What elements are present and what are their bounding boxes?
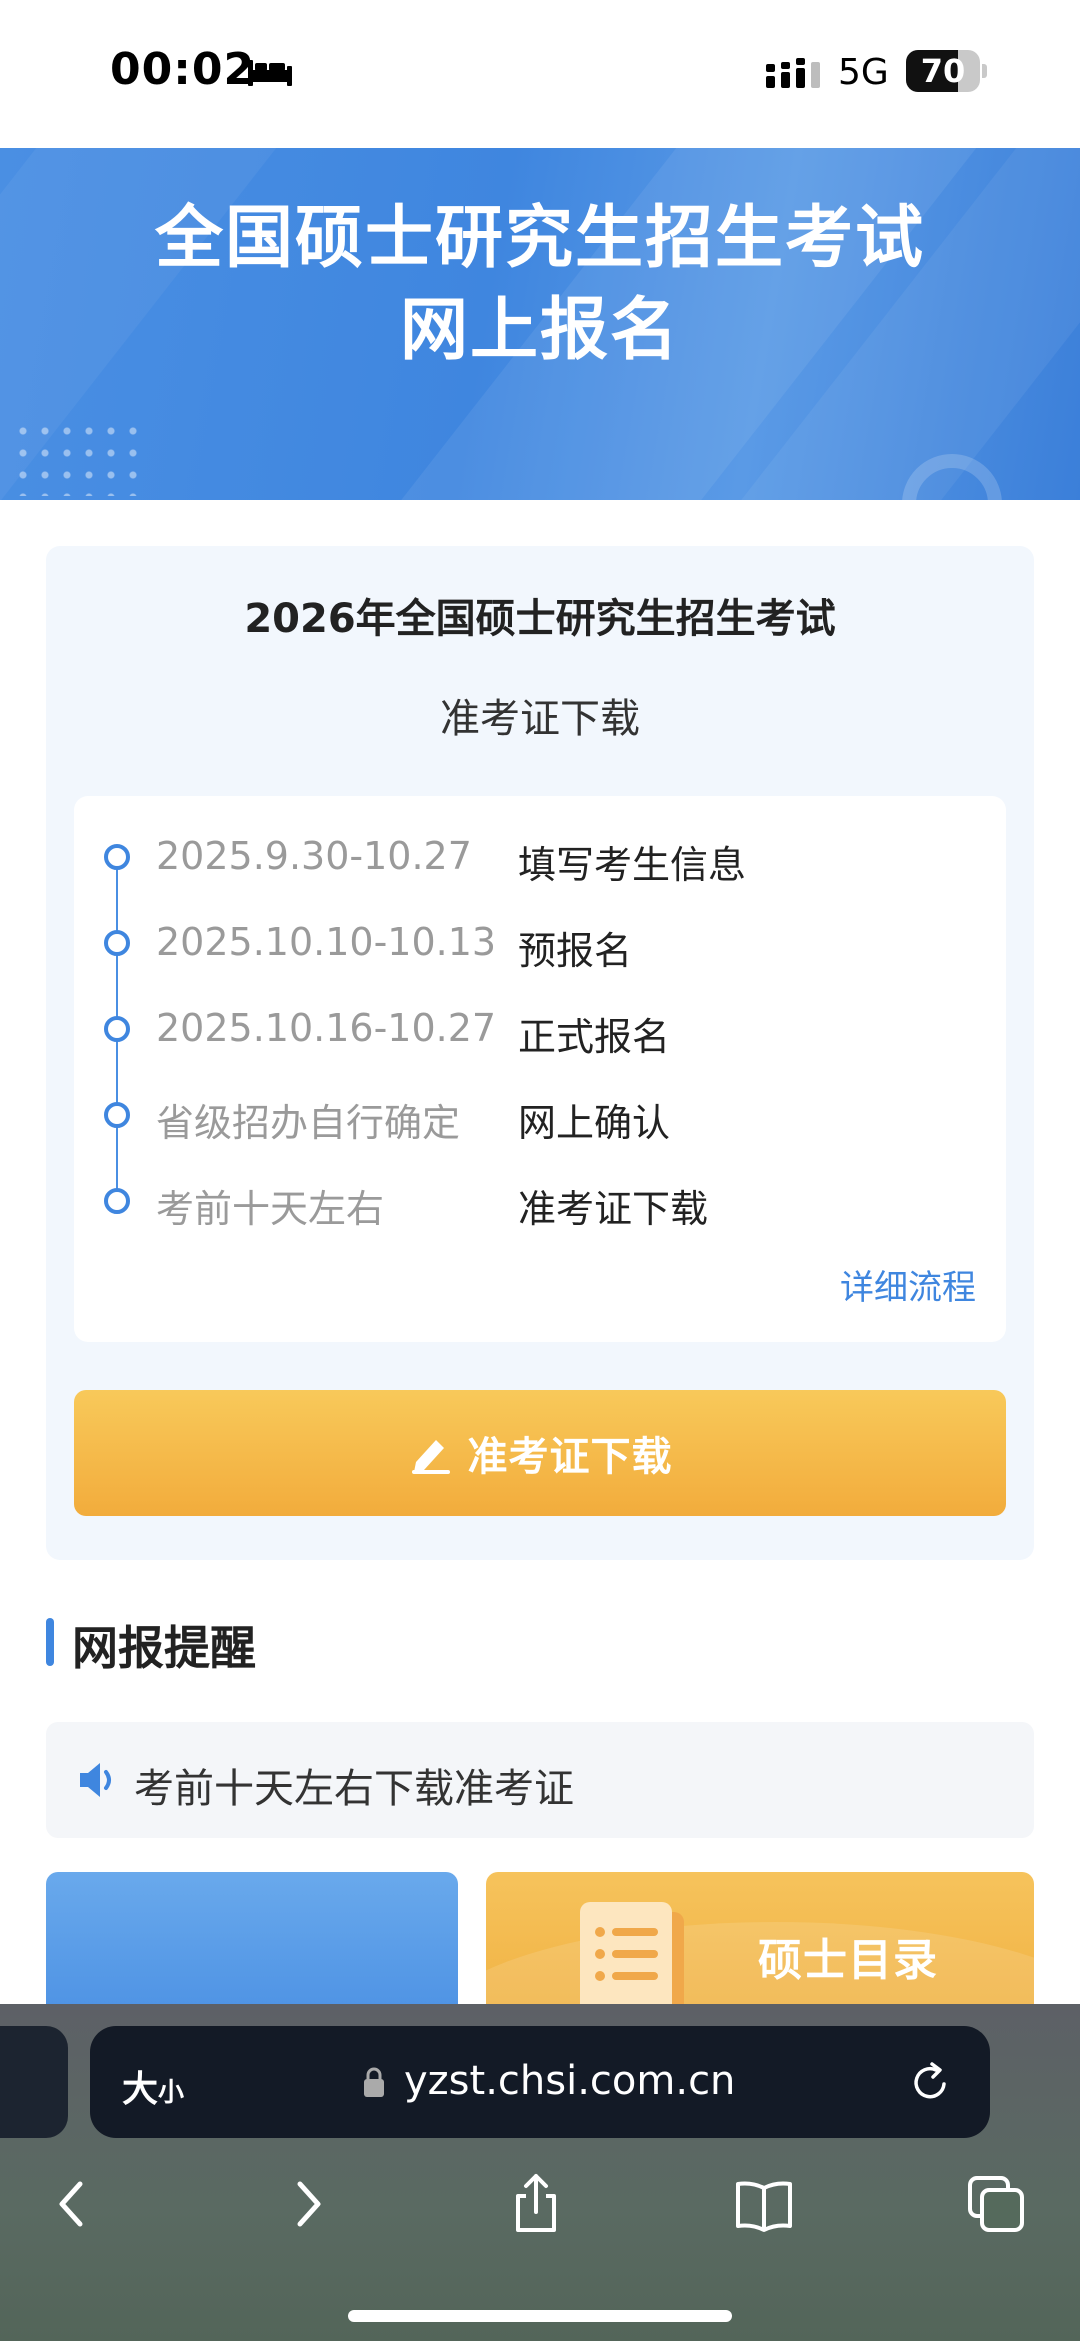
text-size-small: 小: [158, 2078, 185, 2108]
previous-tab-preview[interactable]: [0, 2026, 68, 2138]
title-line-1: 全国硕士研究生招生考试: [154, 199, 925, 278]
timeline-date: 2025.10.16-10.27: [156, 1006, 497, 1050]
detail-process-link[interactable]: 详细流程: [840, 1260, 976, 1309]
timeline-item: 2025.10.16-10.27 正式报名: [74, 998, 1006, 1059]
section-accent-bar: [46, 1618, 54, 1666]
home-indicator: [348, 2310, 732, 2322]
registration-card: 2026年全国硕士研究生招生考试 准考证下载 2025.9.30-10.27 填…: [46, 546, 1034, 1560]
header-banner: 全国硕士研究生招生考试 网上报名: [0, 148, 1080, 500]
timeline-dot-icon: [104, 1188, 130, 1214]
timeline-date: 考前十天左右: [156, 1187, 385, 1231]
timeline-step: 准考证下载: [518, 1187, 709, 1231]
lock-icon: [364, 2067, 384, 2097]
notice-text: 考前十天左右下载准考证: [134, 1766, 574, 1812]
page-title: 全国硕士研究生招生考试 网上报名: [0, 193, 1080, 377]
timeline-dot-icon: [104, 1016, 130, 1042]
timeline-dot-icon: [104, 1102, 130, 1128]
forward-icon[interactable]: [276, 2172, 340, 2236]
timeline-dot-icon: [104, 844, 130, 870]
status-time: 00:02: [110, 44, 256, 95]
dots-decoration: [12, 420, 142, 496]
timeline-step: 网上确认: [518, 1101, 671, 1145]
section-title: 网报提醒: [72, 1621, 256, 1675]
timeline-step: 填写考生信息: [518, 843, 747, 887]
speaker-icon: [80, 1763, 111, 1797]
network-label: 5G: [838, 52, 889, 93]
timeline-item: 2025.10.10-10.13 预报名: [74, 912, 1006, 973]
address-bar[interactable]: 大小 yzst.chsi.com.cn: [90, 2026, 990, 2138]
masters-catalog-label: 硕士目录: [758, 1935, 938, 1986]
timeline-dot-icon: [104, 930, 130, 956]
url-text: yzst.chsi.com.cn: [404, 2058, 736, 2104]
tabs-icon[interactable]: [964, 2172, 1028, 2236]
text-size-button[interactable]: 大小: [122, 2060, 184, 2112]
timeline: 2025.9.30-10.27 填写考生信息 2025.10.10-10.13 …: [74, 796, 1006, 1342]
browser-toolbar: 大小 yzst.chsi.com.cn: [0, 2004, 1080, 2341]
back-icon[interactable]: [40, 2172, 104, 2236]
timeline-item: 省级招办自行确定 网上确认: [74, 1084, 1006, 1145]
text-size-big: 大: [122, 2069, 159, 2110]
signal-icon: [766, 58, 820, 88]
admission-ticket-download-button[interactable]: 准考证下载: [74, 1390, 1006, 1516]
timeline-item: 2025.9.30-10.27 填写考生信息: [74, 826, 1006, 887]
timeline-date: 省级招办自行确定: [156, 1101, 461, 1145]
card-subtitle: 准考证下载: [440, 696, 640, 742]
battery-percent: 70: [920, 52, 966, 90]
card-title: 2026年全国硕士研究生招生考试: [244, 596, 836, 642]
sleep-icon: [248, 60, 292, 86]
download-button-label: 准考证下载: [467, 1434, 673, 1480]
bookmarks-icon[interactable]: [732, 2172, 796, 2236]
share-icon[interactable]: [504, 2172, 568, 2236]
notice-banner[interactable]: 考前十天左右下载准考证: [46, 1722, 1034, 1838]
timeline-date: 2025.10.10-10.13: [156, 920, 497, 964]
timeline-item: 考前十天左右 准考证下载: [74, 1170, 1006, 1231]
pencil-icon: [411, 1440, 450, 1474]
timeline-step: 正式报名: [518, 1015, 671, 1059]
timeline-step: 预报名: [518, 929, 633, 973]
timeline-date: 2025.9.30-10.27: [156, 834, 472, 878]
status-bar: 00:02 5G 70: [0, 0, 1080, 148]
title-line-2: 网上报名: [399, 291, 680, 370]
reload-icon[interactable]: [908, 2060, 954, 2106]
battery-indicator: 70: [906, 50, 987, 92]
